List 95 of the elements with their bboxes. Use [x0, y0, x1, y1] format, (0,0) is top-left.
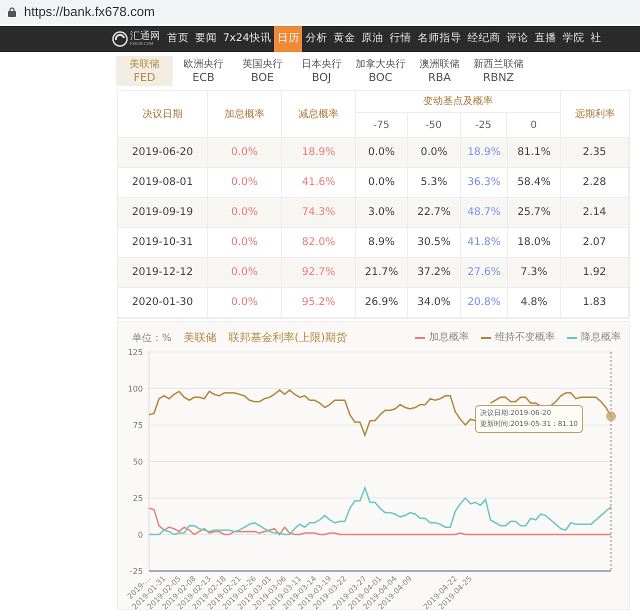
nav-link[interactable]: 要闻 — [192, 26, 220, 52]
table-cell: 58.4% — [508, 168, 561, 197]
column-header: -75 — [356, 113, 408, 137]
table-cell: 48.7% — [461, 198, 508, 227]
bank-tab[interactable]: 澳洲联储 RBA — [411, 56, 468, 86]
table-cell: 0.0% — [356, 168, 408, 197]
column-header: 加息概率 — [208, 91, 282, 137]
table-cell: 0.0% — [356, 138, 408, 167]
nav-link[interactable]: 黄金 — [330, 26, 358, 52]
nav-link[interactable]: 行情 — [386, 26, 414, 52]
bank-tab[interactable]: 英国央行 BOE — [234, 56, 291, 86]
y-tick-label: 25 — [132, 494, 143, 503]
point-marker — [606, 411, 616, 422]
table-cell: 36.3% — [461, 168, 508, 197]
nav-link[interactable]: 经纪商 — [464, 26, 504, 52]
url-text: https://bank.fx678.com — [24, 3, 155, 22]
table-cell: 0.0% — [208, 138, 282, 167]
lock-icon — [8, 7, 16, 17]
table-cell: 2019-09-19 — [118, 198, 208, 227]
table-cell: 4.8% — [508, 288, 561, 317]
bank-tab[interactable]: 日本央行 BOJ — [293, 56, 350, 86]
table-cell: 27.6% — [461, 258, 508, 287]
bank-tab[interactable]: 欧洲央行 ECB — [175, 56, 232, 86]
table-cell: 18.9% — [282, 138, 356, 167]
column-header: -50 — [408, 113, 460, 137]
column-header: 减息概率 — [282, 91, 356, 137]
column-header: 远期利率 — [574, 108, 616, 122]
column-header: 0 — [529, 118, 538, 132]
table-cell: 0.0% — [208, 288, 282, 317]
table-cell: 2.07 — [561, 228, 629, 257]
column-header: -25 — [460, 113, 508, 137]
table-cell: 5.3% — [408, 168, 461, 197]
nav-link[interactable]: 分析 — [302, 26, 330, 52]
y-tick-label: 50 — [132, 458, 143, 466]
legend-label: 维持不变概率 — [495, 330, 555, 345]
column-header: 决议日期 — [118, 91, 208, 137]
table-cell: 2019-06-20 — [118, 138, 208, 167]
table-cell: 37.2% — [408, 258, 461, 287]
bank-label: 美联储 — [184, 330, 217, 346]
table-cell: 2.28 — [561, 168, 629, 197]
logo-name: 汇通网 — [130, 32, 160, 42]
group-header: 变动基点及概率 — [356, 91, 560, 113]
bank-tab[interactable]: 加拿大央行 BOC — [352, 56, 409, 86]
table-cell: 0.0% — [408, 138, 461, 167]
table-cell: 0.0% — [208, 258, 282, 287]
table-cell: 21.7% — [356, 258, 408, 287]
table-cell: 3.0% — [356, 198, 408, 227]
table-cell: 81.1% — [508, 138, 561, 167]
legend-label: 降息概率 — [581, 330, 621, 345]
nav-link[interactable]: 学院 — [559, 26, 588, 52]
table-cell: 95.2% — [282, 288, 356, 317]
table-cell: 0.0% — [208, 168, 282, 197]
y-tick-label: -25 — [130, 567, 143, 576]
legend-label: 加息概率 — [429, 330, 469, 345]
table-cell: 2.14 — [561, 198, 629, 227]
y-tick-label: 0 — [138, 530, 143, 540]
unit-label: 单位：% — [132, 332, 172, 346]
table-cell: 41.8% — [461, 228, 508, 257]
chart-title: 联邦基金利率(上限)期货 — [228, 330, 348, 346]
logo-icon — [112, 31, 128, 47]
table-cell: 2019-10-31 — [118, 228, 208, 257]
nav-link[interactable]: 评论 — [503, 26, 532, 52]
table-cell: 26.9% — [356, 288, 408, 317]
table-cell: 2.35 — [561, 138, 629, 167]
table-cell: 2019-08-01 — [118, 168, 208, 197]
table-cell: 18.0% — [508, 228, 561, 257]
table-cell: 1.83 — [561, 288, 629, 317]
table-cell: 0.0% — [208, 228, 282, 257]
table-cell: 25.7% — [508, 198, 561, 227]
y-tick-label: 75 — [132, 421, 143, 430]
y-tick-label: 125 — [128, 348, 143, 357]
table-cell: 92.7% — [282, 258, 356, 287]
nav-link[interactable]: 直播 — [531, 26, 560, 52]
table-cell: 34.0% — [408, 288, 461, 317]
table-cell: 22.7% — [408, 198, 461, 227]
nav-link[interactable]: 名师指导 — [414, 26, 464, 52]
y-tick-label: 100 — [128, 384, 143, 394]
table-cell: 74.3% — [282, 198, 356, 227]
nav-link[interactable]: 社 — [587, 26, 604, 52]
table-cell: 41.6% — [282, 168, 356, 197]
table-cell: 0.0% — [208, 198, 282, 227]
table-cell: 2019-12-12 — [118, 258, 208, 287]
table-cell: 1.92 — [561, 258, 629, 287]
nav-link[interactable]: 7x24快讯 — [220, 26, 274, 52]
table-cell: 18.9% — [461, 138, 508, 167]
nav-link[interactable]: 原油 — [358, 26, 386, 52]
table-cell: 20.8% — [461, 288, 508, 317]
bank-tab[interactable]: 新西兰联储 RBNZ — [470, 56, 527, 86]
table-cell: 2020-01-30 — [118, 288, 208, 317]
table-cell: 7.3% — [508, 258, 561, 287]
table-cell: 8.9% — [356, 228, 408, 257]
table-cell: 82.0% — [282, 228, 356, 257]
address-bar[interactable]: https://bank.fx678.com — [0, 0, 640, 24]
table-cell: 30.5% — [408, 228, 461, 257]
nav-link[interactable]: 首页 — [164, 26, 192, 52]
